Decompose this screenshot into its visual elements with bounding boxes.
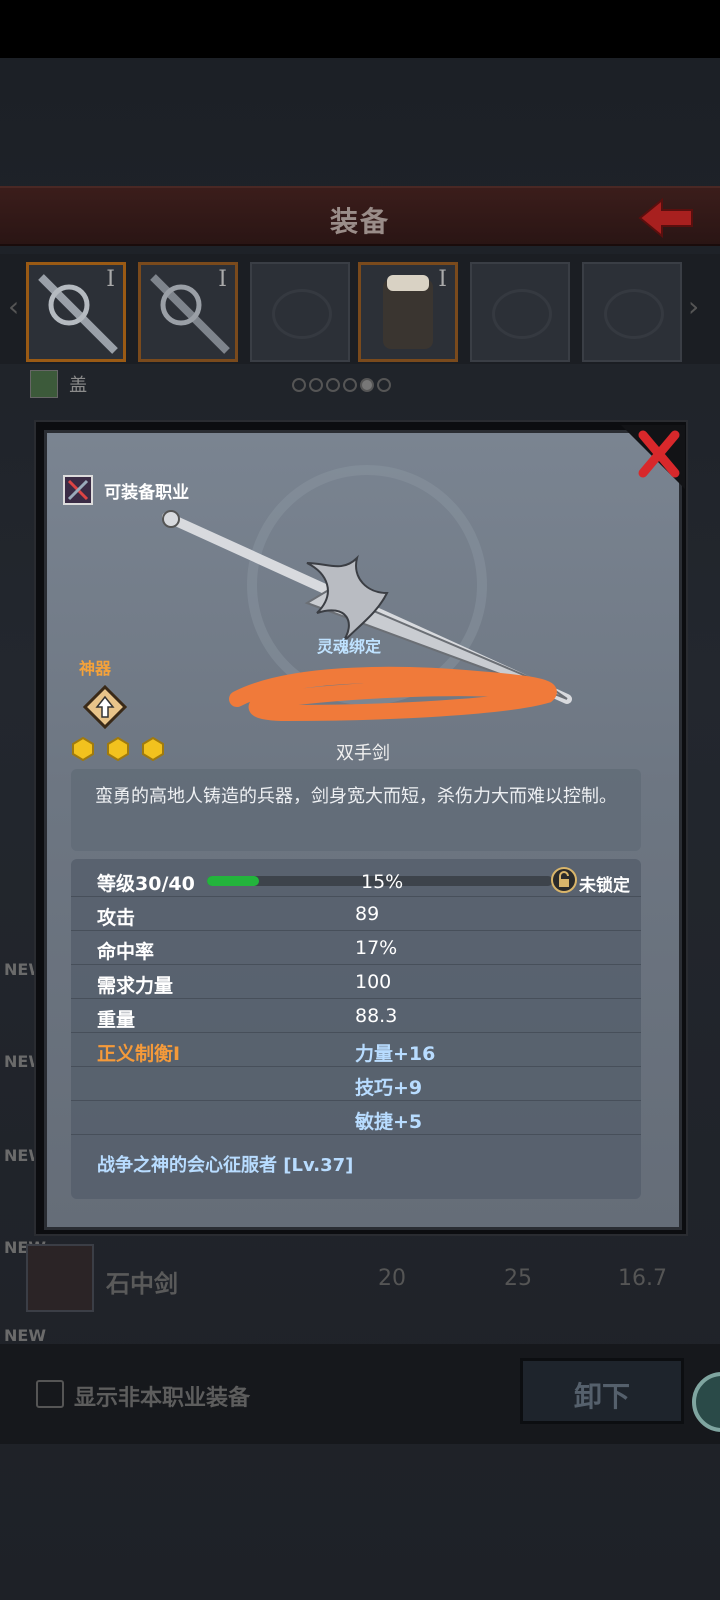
stat-value: 88.3 — [355, 1005, 398, 1027]
level-label: 等级30/40 — [97, 873, 195, 895]
weapon-slot-1[interactable]: I — [26, 262, 126, 362]
unequip-button[interactable]: 卸下 — [520, 1358, 684, 1424]
empty-slot-3[interactable] — [250, 262, 350, 362]
stat-row: 命中率 17% — [71, 931, 641, 965]
unequip-label: 卸下 — [573, 1380, 630, 1413]
page-dot[interactable] — [377, 378, 391, 392]
page-dots — [292, 377, 394, 396]
stat-row: 需求力量 100 — [71, 965, 641, 999]
stat-value: 100 — [355, 971, 392, 993]
chevron-left-icon[interactable]: ‹ — [8, 290, 19, 323]
set-bonus-name: 正义制衡I — [97, 1043, 181, 1065]
item-description: 蛮勇的高地人铸造的兵器，剑身宽大而短，杀伤力大而难以控制。 — [95, 786, 617, 807]
stat-key: 需求力量 — [97, 975, 174, 997]
stat-value: 89 — [355, 903, 380, 925]
item-value: 25 — [504, 1266, 532, 1291]
empty-slot-6[interactable] — [582, 262, 682, 362]
tier-label: I — [218, 267, 227, 292]
stat-key: 命中率 — [97, 941, 155, 963]
status-bar — [0, 0, 720, 58]
tier-label: I — [438, 267, 447, 292]
boots-placeholder-icon — [492, 289, 552, 339]
item-name: 石中剑 — [106, 1270, 178, 1298]
tier-label: I — [106, 267, 115, 292]
show-other-class-label: 显示非本职业装备 — [74, 1386, 251, 1411]
lock-icon[interactable] — [551, 867, 577, 893]
item-skill[interactable]: 战争之神的会心征服者 [Lv.37] — [97, 1151, 353, 1177]
set-bonus-effect: 力量+16 — [355, 1043, 436, 1065]
back-arrow-icon[interactable] — [636, 196, 698, 240]
stats-table: 等级30/40 15% 未锁定 攻击 89 命中率 17% 需求力量 100 重… — [71, 859, 641, 1199]
page-title: 装备 — [329, 205, 390, 238]
stat-key: 重量 — [97, 1009, 136, 1031]
soul-bound-label: 灵魂绑定 — [317, 637, 382, 656]
level-percent: 15% — [361, 871, 404, 893]
set-bonus-effect: 技巧+9 — [355, 1077, 423, 1099]
stat-value: 17% — [355, 937, 398, 959]
set-bonus-row: 敏捷+5 — [71, 1101, 641, 1135]
equipment-slots-row: I I I — [0, 254, 720, 364]
weapon-type: 双手剑 — [336, 743, 390, 764]
new-tag: NEW — [4, 1326, 46, 1345]
stat-row: 重量 88.3 — [71, 999, 641, 1033]
close-icon[interactable] — [621, 425, 685, 489]
show-other-class-checkbox[interactable] — [36, 1380, 64, 1408]
level-row: 等级30/40 15% 未锁定 — [71, 863, 641, 897]
page-dot-active[interactable] — [360, 378, 374, 392]
character-name: 盖 — [69, 375, 88, 396]
item-detail-modal: 可装备职业 神器 灵魂绑定 双手剑 蛮勇的高地人铸造的兵器，剑身宽大而短，杀伤力… — [34, 420, 688, 1236]
level-progress-fill — [207, 876, 259, 886]
stat-row: 攻击 89 — [71, 897, 641, 931]
chevron-right-icon[interactable]: › — [688, 290, 699, 323]
item-value: 20 — [378, 1266, 406, 1291]
armor-slot-4[interactable]: I — [358, 262, 458, 362]
page-dot[interactable] — [343, 378, 357, 392]
set-bonus-row: 技巧+9 — [71, 1067, 641, 1101]
weapon-slot-2[interactable]: I — [138, 262, 238, 362]
empty-slot-5[interactable] — [470, 262, 570, 362]
ring-placeholder-icon — [604, 289, 664, 339]
class-label: 可装备职业 — [104, 482, 190, 503]
item-value: 16.7 — [618, 1266, 667, 1291]
bottom-bar: 显示非本职业装备 卸下 — [0, 1344, 720, 1444]
set-bonus-effect: 敏捷+5 — [355, 1111, 423, 1133]
item-detail-panel: 可装备职业 神器 灵魂绑定 双手剑 蛮勇的高地人铸造的兵器，剑身宽大而短，杀伤力… — [44, 425, 685, 1230]
page-dot[interactable] — [326, 378, 340, 392]
artifact-label: 神器 — [79, 659, 112, 678]
page-dot[interactable] — [292, 378, 306, 392]
stat-key: 攻击 — [97, 907, 136, 929]
class-icon — [63, 475, 93, 505]
lock-status[interactable]: 未锁定 — [579, 871, 630, 896]
list-item[interactable]: NEW 石中剑 20 25 16.7 — [0, 1236, 720, 1336]
page-dot[interactable] — [309, 378, 323, 392]
description-box: 蛮勇的高地人铸造的兵器，剑身宽大而短，杀伤力大而难以控制。 — [71, 769, 641, 851]
set-bonus-row: 正义制衡I 力量+16 — [71, 1033, 641, 1067]
redaction-scribble — [229, 666, 557, 722]
avatar — [30, 370, 58, 398]
sword-icon — [26, 1244, 94, 1312]
character-indicator: 盖 — [30, 370, 87, 400]
artifact-upgrade-icon[interactable] — [83, 685, 127, 729]
accessory-placeholder-icon — [272, 289, 332, 339]
header: 装备 — [0, 186, 720, 246]
